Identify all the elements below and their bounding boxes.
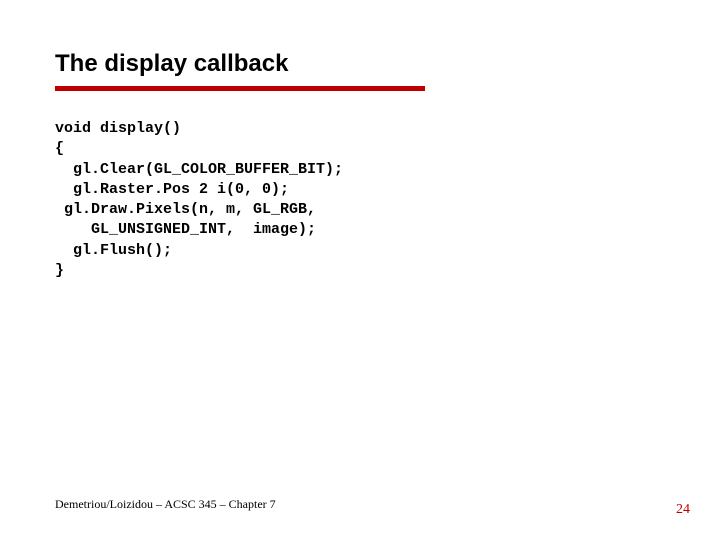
code-block: void display() { gl.Clear(GL_COLOR_BUFFE… [55,119,665,281]
slide: The display callback void display() { gl… [0,0,720,540]
title-underline [55,86,425,91]
slide-title: The display callback [55,50,665,78]
footer-text: Demetriou/Loizidou – ACSC 345 – Chapter … [55,497,276,512]
page-number: 24 [676,502,690,518]
